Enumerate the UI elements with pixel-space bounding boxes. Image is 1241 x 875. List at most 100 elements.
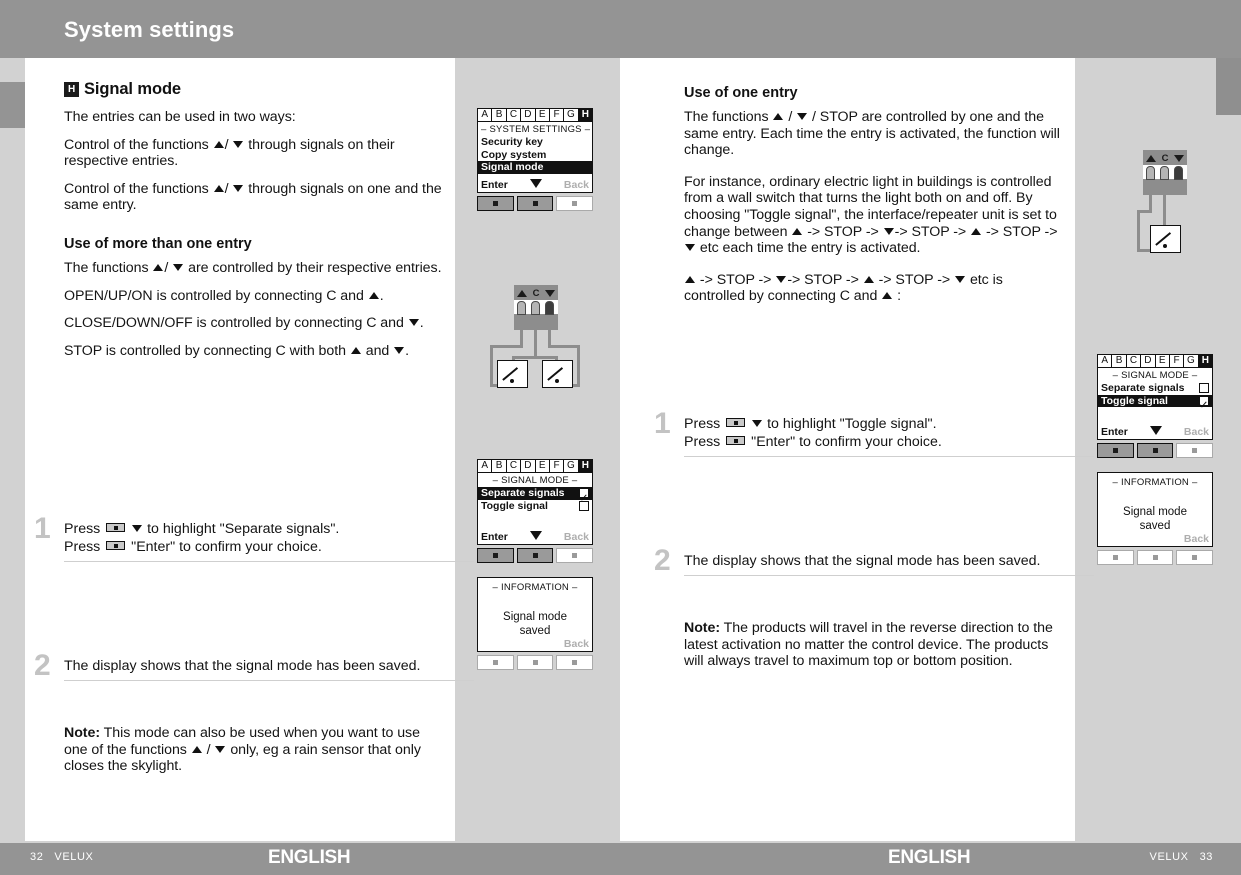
subheading-more-than-one-entry: Use of more than one entry: [64, 235, 252, 252]
switch-contact-dot: [1163, 244, 1167, 248]
triangle-down-icon: [955, 275, 966, 283]
footer-language-right: ENGLISH: [888, 847, 971, 868]
lcd-tab-g[interactable]: G: [1184, 355, 1199, 367]
key-left[interactable]: [1097, 550, 1134, 565]
lcd-back-label[interactable]: Back: [564, 531, 589, 543]
lcd-tab-f[interactable]: F: [550, 460, 565, 472]
para-one-entry-1: The functions / / STOP are controlled by…: [684, 109, 1060, 159]
triangle-down-icon: [394, 346, 405, 354]
lcd-tab-d[interactable]: D: [521, 460, 536, 472]
triangle-up-icon: [685, 275, 695, 283]
step-divider: [684, 575, 1094, 576]
lcd-tab-b[interactable]: B: [492, 460, 507, 472]
para-close-down-off: CLOSE/DOWN/OFF is controlled by connecti…: [64, 315, 424, 332]
lcd-option-toggle-signal[interactable]: Toggle signal: [1098, 394, 1212, 407]
key-middle[interactable]: [1136, 550, 1174, 565]
right-step-2: 2 The display shows that the signal mode…: [654, 546, 1094, 576]
key-right[interactable]: [1176, 550, 1214, 565]
lcd-tab-d[interactable]: D: [1141, 355, 1156, 367]
lcd-tab-e[interactable]: E: [536, 109, 550, 121]
key-left[interactable]: [1097, 443, 1134, 458]
socket-down: [545, 301, 554, 315]
lcd-tab-a[interactable]: A: [478, 460, 493, 472]
key-right[interactable]: [556, 196, 594, 211]
key-left[interactable]: [477, 196, 514, 211]
lcd-enter-label[interactable]: Enter: [481, 179, 508, 191]
triangle-down-icon: [408, 319, 419, 327]
triangle-up-icon: [153, 263, 164, 271]
lcd-tab-h[interactable]: H: [578, 109, 592, 121]
key-middle[interactable]: [516, 196, 554, 211]
lcd-tab-a[interactable]: A: [1098, 355, 1113, 367]
lcd-back-label[interactable]: Back: [1184, 426, 1209, 438]
screen-information-right: – INFORMATION – Signal mode saved Back: [1097, 472, 1214, 565]
lcd-menu-item-security-key[interactable]: Security key: [478, 136, 592, 149]
lcd-menu-item-copy-system[interactable]: Copy system: [478, 149, 592, 162]
lcd-tab-a[interactable]: A: [478, 109, 493, 121]
lcd-back-label[interactable]: Back: [564, 638, 589, 650]
lcd-footer: Back: [478, 638, 592, 650]
lcd-tab-b[interactable]: B: [492, 109, 507, 121]
lcd-display: – INFORMATION – Signal mode saved Back: [477, 577, 593, 652]
lead-up-left-down: [1137, 210, 1140, 252]
lcd-tab-d[interactable]: D: [521, 109, 536, 121]
lcd-message: Signal mode saved: [478, 610, 592, 638]
switch-contact-dot: [555, 379, 559, 383]
key-left[interactable]: [477, 548, 514, 563]
checkbox-unchecked-icon[interactable]: [579, 500, 589, 511]
screen-signal-mode-toggle: A B C D E F G H – SIGNAL MODE – Separate s…: [1097, 354, 1214, 458]
key-left[interactable]: [477, 655, 514, 670]
triangle-up-icon: [368, 291, 379, 299]
socket-c: [1160, 166, 1169, 180]
lcd-tab-c[interactable]: C: [507, 460, 522, 472]
lcd-tab-g[interactable]: G: [564, 460, 579, 472]
triangle-up-icon: [213, 140, 224, 148]
lcd-enter-label[interactable]: Enter: [481, 531, 508, 543]
key-middle[interactable]: [1136, 443, 1174, 458]
lcd-option-separate-signals[interactable]: Separate signals: [478, 487, 592, 500]
lcd-menu-item-signal-mode[interactable]: Signal mode: [478, 161, 592, 174]
triangle-down-icon: [215, 745, 226, 753]
checkbox-checked-icon[interactable]: [1199, 395, 1209, 406]
lcd-option-separate-signals[interactable]: Separate signals: [1098, 382, 1212, 395]
key-right[interactable]: [1176, 443, 1214, 458]
lcd-item-label: Separate signals: [1101, 382, 1185, 394]
triangle-down-icon: [173, 263, 184, 271]
step-divider: [684, 456, 1094, 457]
checkbox-unchecked-icon[interactable]: [1199, 383, 1209, 394]
lcd-tab-b[interactable]: B: [1112, 355, 1127, 367]
lcd-tab-h[interactable]: H: [578, 460, 592, 472]
lcd-back-label[interactable]: Back: [564, 179, 589, 191]
step-number: 2: [654, 544, 671, 577]
triangle-up-icon: [213, 184, 224, 192]
key-middle[interactable]: [516, 655, 554, 670]
right-text-column: Use of one entry The functions / / STOP …: [684, 85, 1066, 316]
lcd-tab-e[interactable]: E: [536, 460, 550, 472]
checkbox-checked-icon[interactable]: [579, 488, 589, 499]
note-paragraph: Note: This mode can also be used when yo…: [64, 725, 421, 775]
lcd-item-label: Signal mode: [481, 161, 544, 173]
lcd-tab-f[interactable]: F: [550, 109, 565, 121]
lcd-tab-f[interactable]: F: [1170, 355, 1185, 367]
lead-c-split: [512, 356, 558, 359]
lcd-tab-h[interactable]: H: [1198, 355, 1212, 367]
screen-information-left: – INFORMATION – Signal mode saved Back: [477, 577, 594, 670]
lcd-tab-c[interactable]: C: [1127, 355, 1142, 367]
key-right[interactable]: [556, 655, 594, 670]
key-middle[interactable]: [516, 548, 554, 563]
lcd-enter-label[interactable]: Enter: [1101, 426, 1128, 438]
lcd-back-label[interactable]: Back: [1184, 533, 1209, 545]
lcd-display: A B C D E F G H – SIGNAL MODE – Separate s…: [477, 459, 593, 545]
lead-c-vertical: [534, 330, 537, 358]
lcd-tab-g[interactable]: G: [564, 109, 579, 121]
lcd-tab-e[interactable]: E: [1156, 355, 1170, 367]
lcd-item-label: Toggle signal: [1101, 394, 1168, 407]
key-right[interactable]: [556, 548, 594, 563]
manual-page: System settings H Signal mode The entries…: [0, 0, 1241, 875]
lcd-option-toggle-signal[interactable]: Toggle signal: [478, 500, 592, 513]
lead-up-left-down: [490, 345, 493, 387]
para-stop: STOP is controlled by connecting C with …: [64, 342, 410, 359]
lcd-tab-c[interactable]: C: [507, 109, 522, 121]
triangle-down-icon: [132, 525, 143, 532]
lead-up-horizontal: [490, 345, 523, 348]
